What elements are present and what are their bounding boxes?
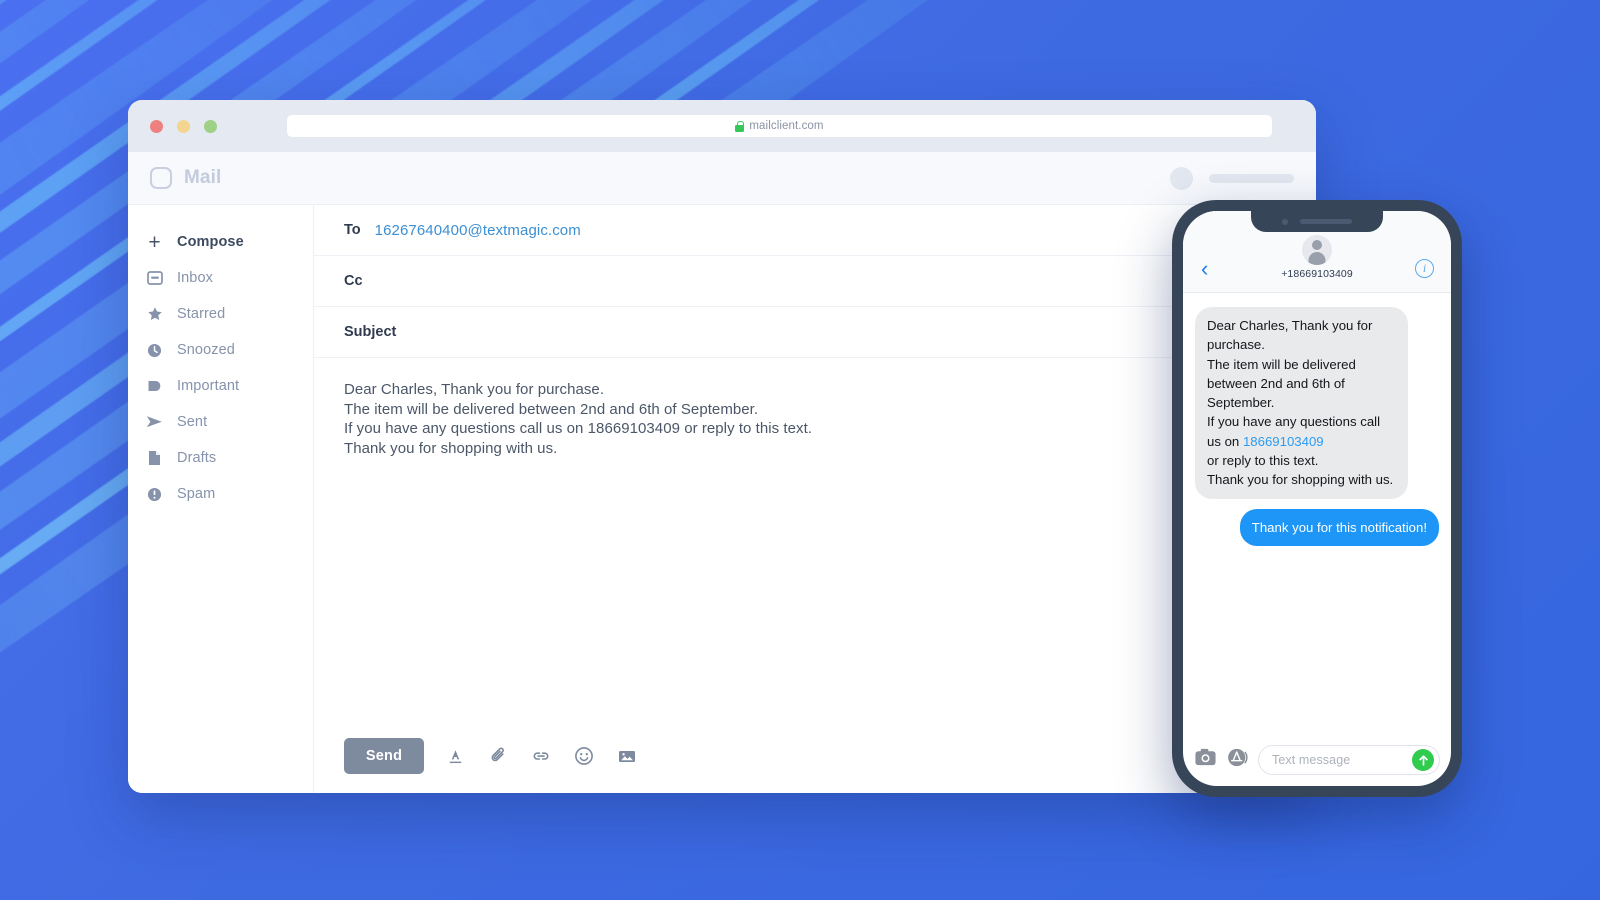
phone-number-link[interactable]: 18669103409	[1243, 434, 1324, 449]
sidebar-item-drafts[interactable]: Drafts	[128, 440, 313, 476]
send-button[interactable]: Send	[344, 738, 424, 774]
message-bubble-incoming: Dear Charles, Thank you for purchase. Th…	[1191, 307, 1408, 499]
compose-field-cc[interactable]: Cc	[314, 256, 1316, 307]
to-value[interactable]: 16267640400@textmagic.com	[375, 222, 581, 239]
sidebar-item-label: Important	[177, 378, 240, 394]
message-text-part1: Dear Charles, Thank you for purchase. Th…	[1207, 318, 1381, 449]
window-minimize-button[interactable]	[177, 119, 190, 133]
exclamation-circle-icon	[146, 487, 163, 502]
to-label: To	[344, 222, 361, 238]
window-maximize-button[interactable]	[204, 119, 217, 133]
app-header: Mail	[128, 152, 1316, 205]
phone-mockup: ‹ i +18669103409 Dear Charles, Thank you…	[1172, 200, 1462, 797]
sidebar-item-starred[interactable]: Starred	[128, 296, 313, 332]
speaker-grill	[1300, 219, 1352, 224]
window-close-button[interactable]	[150, 119, 163, 133]
contact-block: +18669103409	[1183, 235, 1451, 280]
compose-field-to[interactable]: To 16267640400@textmagic.com	[314, 205, 1316, 256]
body-line: Thank you for shopping with us.	[344, 439, 558, 457]
sidebar-item-label: Snoozed	[177, 342, 235, 358]
address-bar-url: mailclient.com	[749, 120, 824, 132]
paperclip-icon[interactable]	[486, 744, 510, 768]
emoji-icon[interactable]	[572, 744, 596, 768]
info-circle-icon[interactable]: i	[1415, 259, 1434, 278]
contact-number: +18669103409	[1281, 268, 1353, 280]
header-placeholder-bar	[1209, 173, 1294, 183]
message-text-input[interactable]: Text message	[1258, 745, 1440, 775]
subject-label: Subject	[344, 324, 397, 340]
cc-label: Cc	[344, 273, 363, 289]
message-thread: Dear Charles, Thank you for purchase. Th…	[1183, 293, 1451, 734]
sidebar-item-label: Drafts	[177, 450, 217, 466]
sidebar-item-label: Spam	[177, 486, 216, 502]
sidebar-item-snoozed[interactable]: Snoozed	[128, 332, 313, 368]
sidebar-item-label: Inbox	[177, 270, 213, 286]
body-line: If you have any questions call us on 186…	[344, 420, 813, 437]
browser-chrome-bar: mailclient.com	[128, 100, 1316, 152]
sidebar-item-compose[interactable]: + Compose	[128, 224, 313, 260]
lock-icon	[735, 120, 745, 132]
app-brand: Mail	[150, 167, 221, 189]
body-line: Dear Charles, Thank you for purchase.	[344, 381, 605, 398]
inbox-tray-icon	[146, 270, 163, 286]
message-input-bar: Text message	[1183, 734, 1451, 786]
compose-field-subject[interactable]: Subject	[314, 307, 1316, 358]
image-icon[interactable]	[615, 744, 639, 768]
app-body: + Compose Inbox Starred Snoozed Importan…	[128, 205, 1316, 793]
address-bar[interactable]: mailclient.com	[287, 115, 1272, 137]
document-icon	[146, 450, 163, 466]
compose-toolbar: Send	[314, 719, 1316, 793]
arrow-up-send-icon[interactable]	[1412, 749, 1434, 771]
link-icon[interactable]	[529, 744, 553, 768]
sidebar-item-important[interactable]: Important	[128, 368, 313, 404]
star-icon	[146, 306, 163, 322]
message-bubble-outgoing: Thank you for this notification!	[1239, 508, 1444, 547]
phone-screen: ‹ i +18669103409 Dear Charles, Thank you…	[1183, 211, 1451, 786]
body-line: The item will be delivered between 2nd a…	[344, 400, 759, 418]
avatar[interactable]	[1170, 166, 1193, 190]
browser-window: mailclient.com Mail + Compose Inbox Star…	[128, 100, 1316, 793]
chevron-left-icon[interactable]: ‹	[1201, 258, 1208, 280]
clock-icon	[146, 343, 163, 358]
phone-notch	[1251, 211, 1383, 232]
sidebar-item-label: Sent	[177, 414, 208, 430]
label-tag-icon	[146, 379, 163, 393]
compose-body[interactable]: Dear Charles, Thank you for purchase. Th…	[314, 358, 1316, 719]
sidebar: + Compose Inbox Starred Snoozed Importan…	[128, 205, 314, 793]
plus-icon: +	[148, 230, 161, 254]
text-format-icon[interactable]	[443, 744, 467, 768]
person-avatar-icon	[1302, 235, 1332, 265]
compose-pane: To 16267640400@textmagic.com Cc Subject …	[314, 205, 1316, 793]
sidebar-item-sent[interactable]: Sent	[128, 404, 313, 440]
sidebar-item-spam[interactable]: Spam	[128, 476, 313, 512]
app-title: Mail	[184, 167, 222, 188]
camera-icon[interactable]	[1194, 746, 1217, 774]
sidebar-item-label: Compose	[177, 234, 244, 250]
front-camera-icon	[1282, 218, 1288, 225]
message-text-part2: or reply to this text. Thank you for sho…	[1207, 453, 1394, 488]
window-traffic-lights	[150, 119, 217, 133]
header-right-group	[1170, 166, 1294, 190]
sidebar-item-label: Starred	[177, 306, 226, 322]
paper-plane-icon	[146, 415, 163, 429]
app-store-icon[interactable]	[1226, 746, 1249, 774]
message-input-placeholder: Text message	[1272, 753, 1351, 767]
mail-logo-icon	[150, 167, 172, 189]
sidebar-item-inbox[interactable]: Inbox	[128, 260, 313, 296]
